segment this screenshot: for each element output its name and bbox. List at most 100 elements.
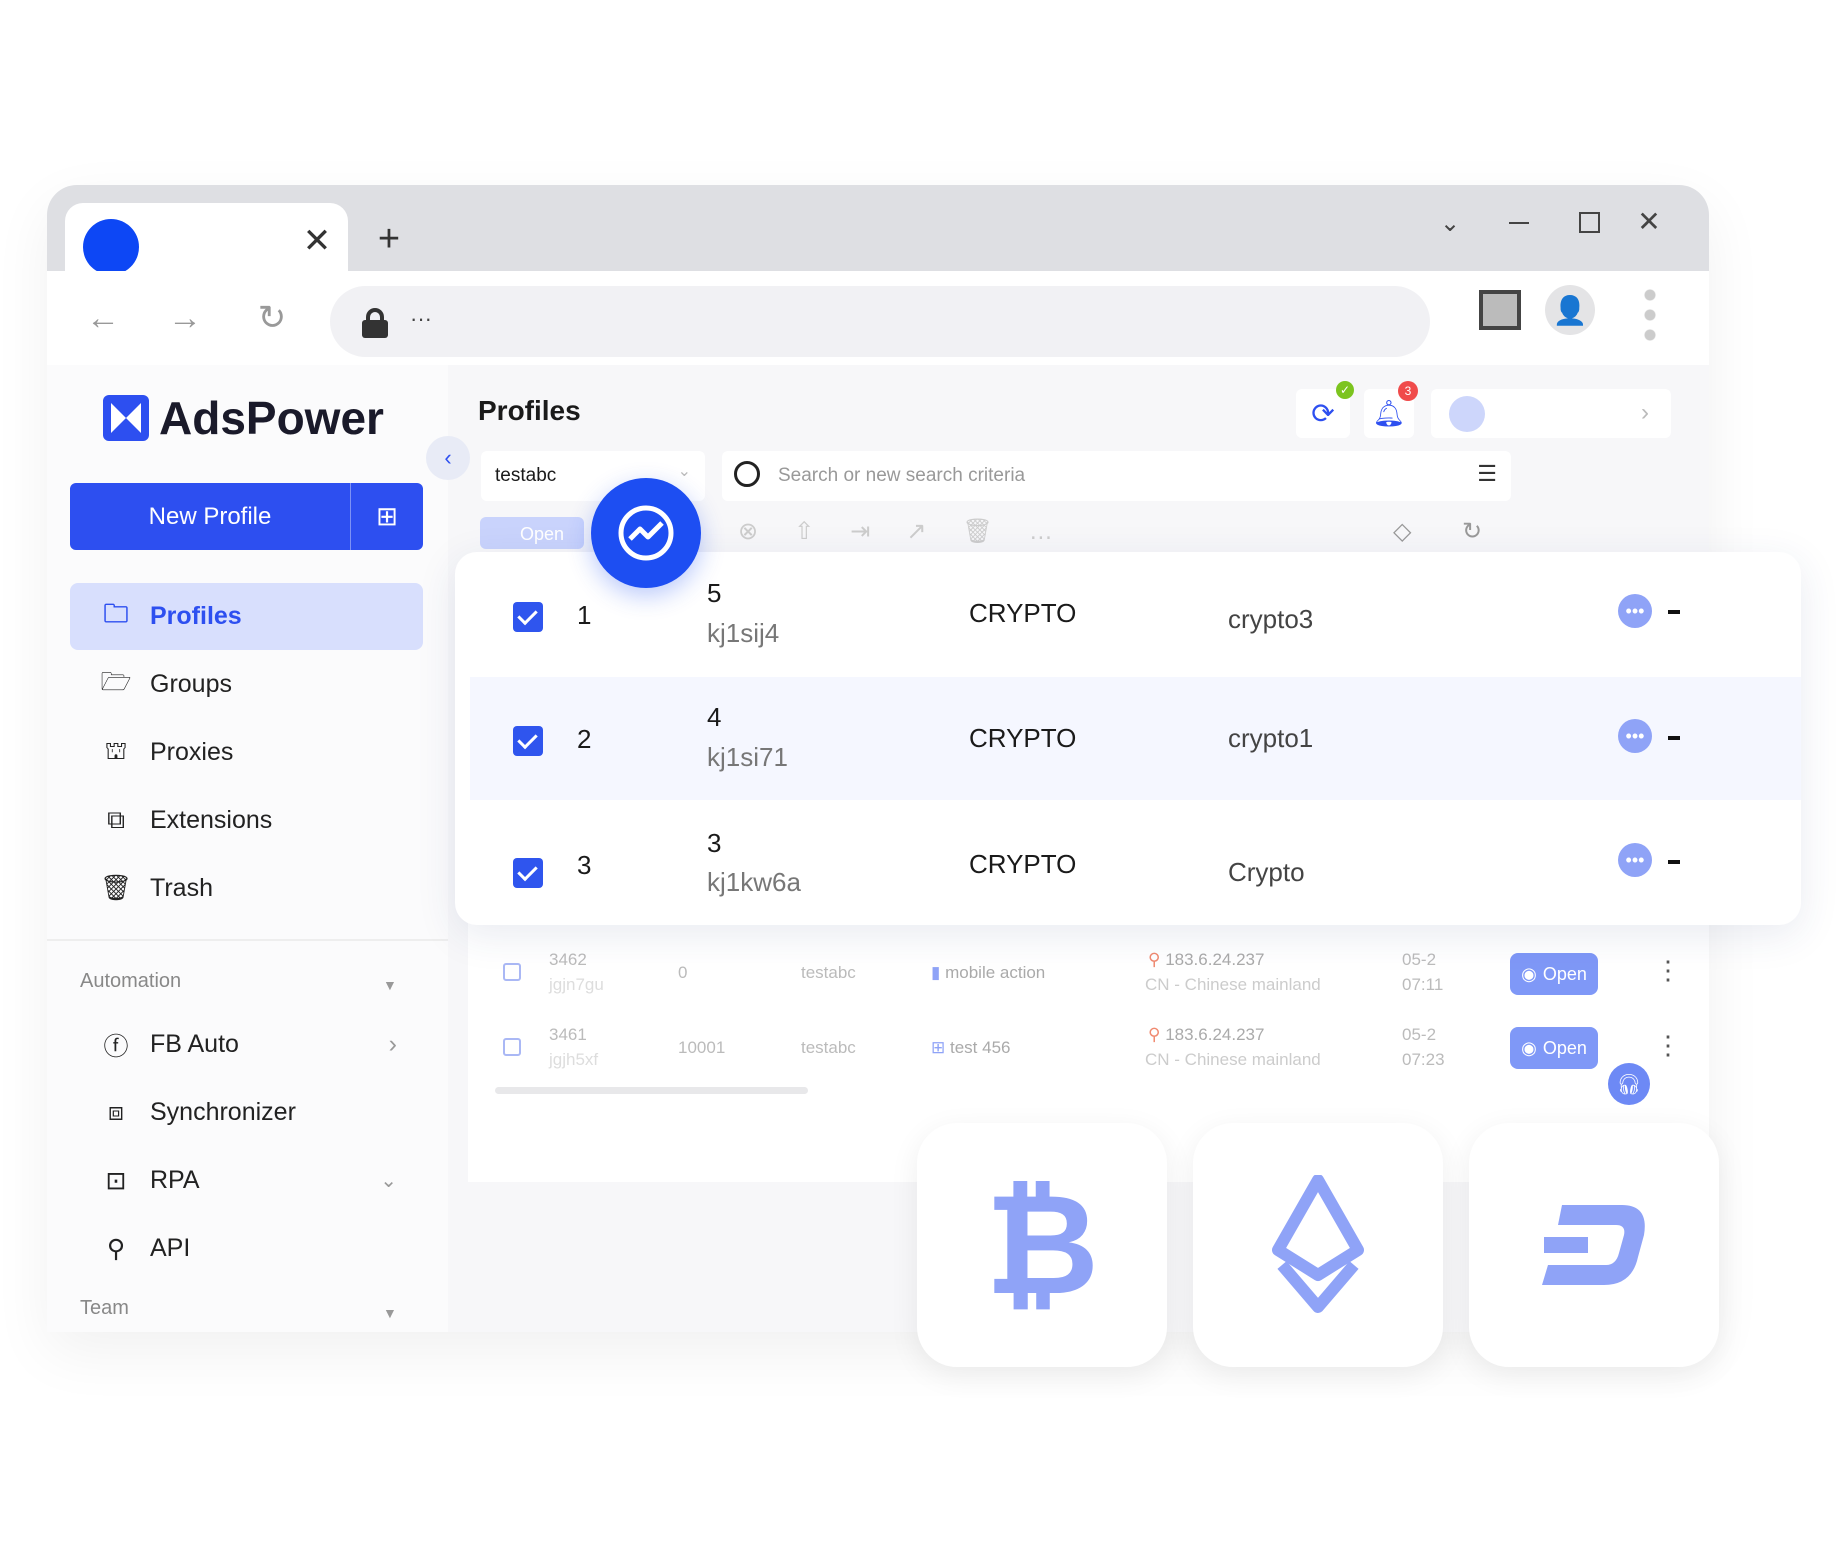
open-selected-button[interactable]: Open — [480, 517, 584, 549]
minimize-icon[interactable] — [1509, 222, 1529, 224]
profile-number: 3 — [707, 828, 722, 858]
more-options-icon[interactable]: ••• — [1618, 719, 1652, 753]
chevron-right-icon: › — [388, 1030, 397, 1058]
user-avatar — [1449, 396, 1485, 432]
url-bar[interactable]: ··· — [330, 286, 1430, 357]
selected-profiles-card: 1 5 kj1sij4 CRYPTO crypto3 ••• 2 4 kj1si… — [455, 552, 1801, 925]
trend-chart-icon — [591, 478, 701, 588]
sidebar-item-label: FB Auto — [150, 1030, 239, 1058]
maximize-icon[interactable] — [1579, 212, 1600, 233]
batch-add-icon[interactable]: ⊞ — [350, 483, 423, 550]
sidebar-item-proxies[interactable]: ⛫ Proxies — [70, 719, 423, 786]
row-more-icon[interactable]: ⋮ — [1655, 1030, 1681, 1061]
profile-number: 3461 — [549, 1025, 587, 1044]
filter-icon[interactable]: ☰ — [1477, 461, 1497, 487]
profile-id: kj1kw6a — [707, 867, 801, 897]
sidebar-toggle-icon[interactable] — [1479, 290, 1521, 330]
mobile-icon: ▮ — [931, 963, 941, 982]
ethereum-card — [1193, 1123, 1443, 1367]
page-title: Profiles — [478, 395, 581, 426]
browser-tab[interactable]: ✕ — [65, 203, 348, 275]
divider — [47, 939, 448, 941]
sidebar-item-profiles[interactable]: 🗀 Profiles — [70, 583, 423, 650]
back-icon[interactable]: ← — [83, 298, 123, 338]
created-date: 05-2 — [1402, 1025, 1437, 1044]
plug-icon: ⚲ — [106, 1234, 126, 1263]
bell-icon[interactable]: 🔔︎ 3 — [1364, 381, 1418, 438]
automation-section-label[interactable]: Automation — [80, 970, 181, 993]
proxy-ip: ⚲ 183.6.24.237 — [1148, 1025, 1265, 1044]
robot-icon: ⊡ — [105, 1166, 127, 1195]
support-headset-icon[interactable]: 🎧︎ — [1608, 1063, 1650, 1105]
proxy-region: CN - Chinese mainland — [1145, 1050, 1321, 1069]
row-index: 1 — [577, 600, 592, 630]
new-tab-icon[interactable]: + — [369, 218, 409, 260]
tag-icon[interactable]: ◇ — [1393, 517, 1411, 546]
chrome-icon: ◉ — [1521, 1037, 1537, 1058]
close-tab-icon[interactable]: ✕ — [299, 222, 335, 260]
new-profile-button[interactable]: New Profile ⊞ — [70, 483, 423, 550]
profile-id: jgjh5xf — [549, 1050, 599, 1069]
chevron-down-icon[interactable]: ⌄ — [1432, 205, 1468, 241]
close-window-icon[interactable]: ✕ — [1631, 203, 1667, 239]
row-index: 2 — [577, 724, 592, 754]
collapse-sidebar-button[interactable]: ‹ — [426, 436, 470, 480]
chrome-icon: ◉ — [1521, 963, 1537, 984]
created-date: 05-2 — [1402, 950, 1437, 969]
open-button[interactable]: ◉ Open — [1510, 1027, 1598, 1069]
row-checkbox-checked[interactable] — [513, 602, 543, 632]
row-checkbox-checked[interactable] — [513, 726, 543, 756]
sidebar-item-extensions[interactable]: ⧉ Extensions — [70, 787, 423, 854]
row-checkbox[interactable] — [503, 1038, 521, 1056]
search-placeholder: Search or new search criteria — [778, 465, 1026, 486]
notification-badge: 3 — [1398, 381, 1418, 401]
profile-id: kj1sij4 — [707, 618, 780, 648]
bitcoin-icon: ₿ — [984, 1163, 1100, 1327]
sidebar-item-fb-auto[interactable]: ⓕ FB Auto › — [70, 1011, 423, 1078]
browser-menu-icon[interactable] — [1644, 285, 1656, 341]
sidebar-item-synchronizer[interactable]: ⧈ Synchronizer — [70, 1079, 423, 1146]
folder-icon: 🗀 — [103, 600, 129, 628]
row-checkbox[interactable] — [503, 963, 521, 981]
sidebar-item-rpa[interactable]: ⊡ RPA ⌄ — [70, 1147, 423, 1214]
team-section-label[interactable]: Team — [80, 1297, 129, 1320]
proxy-region: CN - Chinese mainland — [1145, 975, 1321, 994]
chevron-down-icon: ⌄ — [380, 1170, 397, 1192]
search-input[interactable]: Search or new search criteria ☰ — [722, 451, 1511, 501]
sidebar-item-label: Trash — [150, 874, 213, 902]
adspower-logo-icon — [103, 395, 149, 441]
horizontal-scrollbar[interactable] — [495, 1087, 808, 1094]
toolbar-icons: ⊗⇧⇥↗🗑︎… — [738, 518, 1089, 545]
sidebar-item-trash[interactable]: 🗑 Trash — [70, 855, 423, 922]
user-menu[interactable]: › — [1431, 389, 1671, 438]
forward-icon[interactable]: → — [165, 298, 205, 338]
profile-group: testabc — [801, 963, 856, 982]
url-text: ··· — [410, 306, 432, 331]
caret-down-icon[interactable]: ▼ — [383, 1305, 397, 1321]
row-index: 3 — [577, 850, 592, 880]
open-folder-icon: 🗁 — [100, 668, 132, 696]
group-select-value: testabc — [495, 465, 557, 486]
caret-down-icon[interactable]: ▼ — [383, 977, 397, 993]
trash-icon: 🗑 — [100, 874, 132, 902]
sidebar-item-groups[interactable]: 🗁 Groups — [70, 651, 423, 718]
profile-group: CRYPTO — [969, 598, 1077, 628]
refresh-icon[interactable]: ↻ — [1462, 517, 1482, 546]
sync-upload-icon[interactable]: ⟳ ✓ — [1296, 381, 1354, 438]
more-options-icon[interactable]: ••• — [1618, 843, 1652, 877]
profile-avatar-icon[interactable]: 👤 — [1545, 285, 1595, 335]
table-row[interactable]: 3 3 kj1kw6a CRYPTO Crypto ••• — [470, 802, 1801, 925]
location-pin-icon: ⚲ — [1148, 1025, 1161, 1044]
open-button[interactable]: ◉ Open — [1510, 953, 1598, 995]
windows-icon: ⊞ — [931, 1038, 946, 1057]
profile-id: jgjn7gu — [549, 975, 604, 994]
more-options-icon[interactable]: ••• — [1618, 594, 1652, 628]
row-more-icon[interactable]: ⋮ — [1655, 955, 1681, 986]
tab-bar: ✕ + ⌄ ✕ — [47, 185, 1709, 275]
row-checkbox-checked[interactable] — [513, 858, 543, 888]
table-row[interactable]: 2 4 kj1si71 CRYPTO crypto1 ••• — [470, 677, 1801, 800]
status-dash — [1668, 736, 1680, 740]
sidebar-item-api[interactable]: ⚲ API — [70, 1215, 423, 1282]
sync-ok-badge: ✓ — [1336, 381, 1354, 399]
reload-icon[interactable]: ↻ — [252, 298, 292, 338]
